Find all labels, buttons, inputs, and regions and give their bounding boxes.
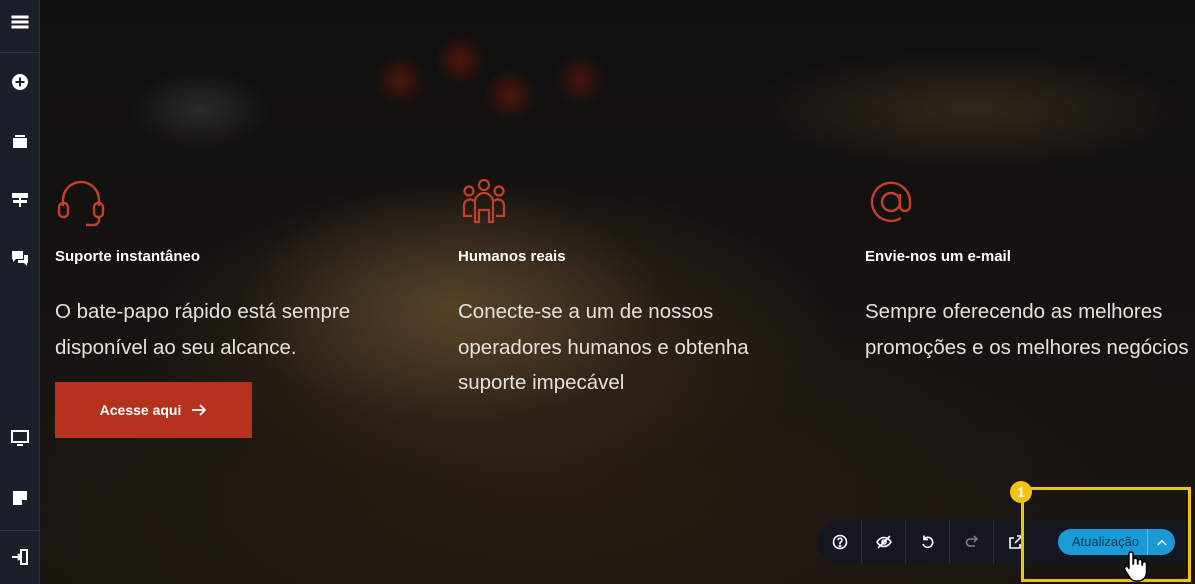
hide-icon[interactable]	[862, 520, 906, 564]
cta-button[interactable]: Acesse aqui	[55, 382, 252, 438]
editor-toolbar	[818, 520, 1038, 564]
feature-text: O bate-papo rápido está sempre disponíve…	[55, 300, 351, 359]
feature-instant-support: Suporte instantâneo O bate-papo rápido e…	[55, 176, 395, 359]
feature-title: Suporte instantâneo	[55, 248, 201, 265]
headset-icon	[55, 176, 107, 228]
notes-icon[interactable]	[0, 478, 40, 518]
feature-real-humans: Humanos reais Conecte-se a um de nossos …	[458, 176, 798, 394]
exit-icon[interactable]	[0, 537, 40, 577]
sidebar-divider	[0, 530, 40, 531]
step-badge: 1	[1010, 481, 1032, 503]
sidebar-divider	[0, 52, 40, 53]
comments-icon[interactable]	[0, 238, 40, 278]
undo-icon[interactable]	[906, 520, 950, 564]
add-circle-icon[interactable]	[0, 62, 40, 102]
at-sign-icon	[865, 176, 917, 228]
annotation-highlight	[1021, 487, 1191, 582]
feature-title: Envie-nos um e-mail	[865, 248, 1011, 265]
feature-text: Conecte-se a um de nossos operadores hum…	[458, 300, 749, 394]
feature-title: Humanos reais	[458, 248, 566, 265]
help-icon[interactable]	[818, 520, 862, 564]
editor-sidebar	[0, 0, 40, 584]
hand-cursor-icon	[1123, 551, 1148, 582]
feature-email: Envie-nos um e-mail Sempre oferecendo as…	[865, 176, 1195, 359]
navigator-icon[interactable]	[0, 180, 40, 220]
menu-icon[interactable]	[0, 2, 40, 42]
people-icon	[458, 176, 510, 228]
arrow-right-icon	[192, 404, 207, 416]
feature-text: Sempre oferecendo as melhores promoções …	[865, 300, 1189, 359]
layers-icon[interactable]	[0, 121, 40, 161]
cta-label: Acesse aqui	[99, 402, 182, 418]
redo-icon[interactable]	[950, 520, 994, 564]
desktop-icon[interactable]	[0, 418, 40, 458]
